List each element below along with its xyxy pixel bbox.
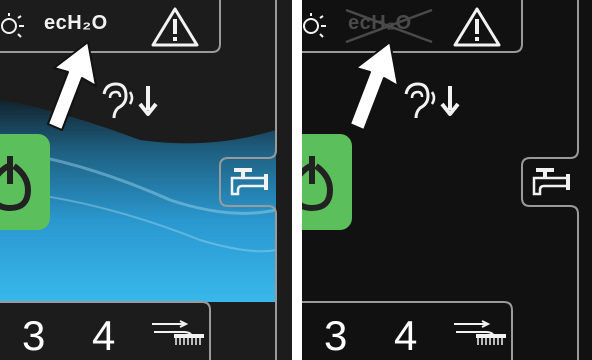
- panel-normal: ecH₂O 3 4: [0, 0, 292, 360]
- panel-ech2o-disabled: ecH₂O 3 4: [302, 0, 592, 360]
- warning-icon[interactable]: [150, 6, 200, 48]
- power-icon[interactable]: [302, 134, 354, 232]
- warning-icon[interactable]: [452, 6, 502, 48]
- power-icon[interactable]: [0, 134, 52, 232]
- level-number-4[interactable]: 4: [92, 312, 115, 360]
- bulb-icon[interactable]: [0, 12, 28, 42]
- bulb-icon[interactable]: [302, 12, 330, 42]
- arrow-icon: [349, 41, 399, 131]
- ear-volume-down-icon[interactable]: [96, 82, 162, 122]
- ear-volume-down-icon[interactable]: [398, 82, 464, 122]
- faucet-icon[interactable]: [530, 164, 572, 202]
- level-number-3[interactable]: 3: [324, 312, 347, 360]
- ech2o-label[interactable]: ecH₂O: [44, 12, 108, 35]
- brush-icon[interactable]: [150, 320, 206, 346]
- arrow-icon: [47, 41, 97, 131]
- faucet-icon[interactable]: [228, 164, 270, 202]
- level-number-3[interactable]: 3: [22, 312, 45, 360]
- brush-icon[interactable]: [452, 320, 508, 346]
- level-number-4[interactable]: 4: [394, 312, 417, 360]
